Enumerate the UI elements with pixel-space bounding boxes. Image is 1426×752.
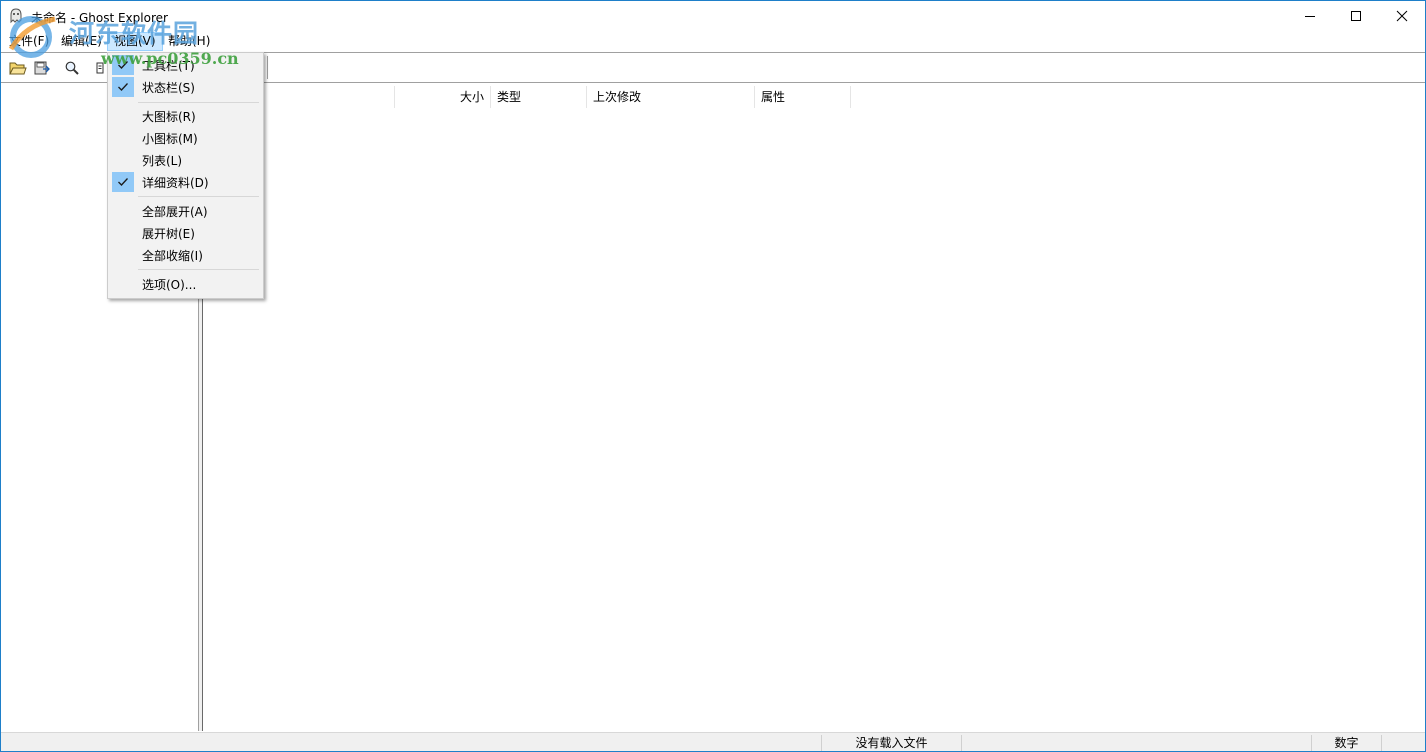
column-header-modified[interactable]: 上次修改 <box>587 86 755 108</box>
status-panel-end <box>1381 735 1425 751</box>
menu-separator <box>138 269 259 270</box>
view-menu-expand-all[interactable]: 全部展开(A) <box>110 200 261 222</box>
menu-edit[interactable]: 编辑(E) <box>55 33 108 50</box>
column-header-type[interactable]: 类型 <box>491 86 587 108</box>
app-window: 未命名 - Ghost Explorer 文件(F) 编辑(E) 视图(V) 帮… <box>0 0 1426 752</box>
maximize-button[interactable] <box>1333 1 1379 31</box>
checkmark-icon <box>112 172 134 192</box>
toolbar-separator <box>267 56 268 79</box>
close-button[interactable] <box>1379 1 1425 31</box>
window-title: 未命名 - Ghost Explorer <box>31 11 168 25</box>
column-header-size[interactable]: 大小 <box>395 86 491 108</box>
checkmark-icon <box>112 55 134 75</box>
view-menu-label: 状态栏(S) <box>142 81 195 95</box>
status-message: 没有载入文件 <box>821 735 961 751</box>
view-menu-label: 工具栏(T) <box>142 59 195 73</box>
view-menu-label: 全部展开(A) <box>142 205 208 219</box>
search-icon <box>65 61 79 75</box>
menu-file[interactable]: 文件(F) <box>3 33 55 50</box>
view-menu-small-icons[interactable]: 小图标(M) <box>110 127 261 149</box>
view-menu-label: 小图标(M) <box>142 132 198 146</box>
menu-separator <box>138 196 259 197</box>
checkmark-icon <box>112 77 134 97</box>
view-menu-label: 展开树(E) <box>142 227 195 241</box>
view-menu-options[interactable]: 选项(O)... <box>110 273 261 295</box>
file-list-pane[interactable]: 大小 类型 上次修改 属性 <box>203 83 1425 731</box>
view-menu-collapse-all[interactable]: 全部收缩(I) <box>110 244 261 266</box>
find-button[interactable] <box>61 58 83 78</box>
view-menu-toolbar[interactable]: 工具栏(T) <box>110 54 261 76</box>
save-button[interactable] <box>31 58 53 78</box>
view-menu-label: 列表(L) <box>142 154 183 168</box>
column-header-attributes[interactable]: 属性 <box>755 86 851 108</box>
view-menu-label: 大图标(R) <box>142 110 196 124</box>
open-folder-icon <box>9 62 27 75</box>
view-menu-label: 选项(O)... <box>142 278 197 292</box>
ghost-app-icon <box>10 8 22 24</box>
status-num-lock: 数字 <box>1311 735 1381 751</box>
view-menu-list[interactable]: 列表(L) <box>110 149 261 171</box>
view-menu-details[interactable]: 详细资料(D) <box>110 171 261 193</box>
view-menu-dropdown: 工具栏(T) 状态栏(S) 大图标(R) 小图标(M) 列表(L) 详细资料(D… <box>107 52 264 299</box>
menu-view[interactable]: 视图(V) <box>107 32 163 51</box>
maximize-icon <box>1351 11 1361 21</box>
close-icon <box>1396 10 1408 22</box>
view-menu-statusbar[interactable]: 状态栏(S) <box>110 76 261 98</box>
status-bar: 没有载入文件 数字 <box>1 732 1425 751</box>
minimize-icon <box>1305 16 1315 17</box>
minimize-button[interactable] <box>1287 1 1333 31</box>
view-menu-expand-tree[interactable]: 展开树(E) <box>110 222 261 244</box>
menu-bar: 文件(F) 编辑(E) 视图(V) 帮助(H) <box>1 31 1425 51</box>
title-bar[interactable]: 未命名 - Ghost Explorer <box>1 1 1425 31</box>
status-panel-main <box>1 735 821 751</box>
status-panel-blank <box>961 735 1311 751</box>
open-button[interactable] <box>7 58 29 78</box>
view-menu-label: 全部收缩(I) <box>142 249 203 263</box>
view-menu-large-icons[interactable]: 大图标(R) <box>110 105 261 127</box>
menu-separator <box>138 102 259 103</box>
save-icon <box>34 61 50 75</box>
menu-help[interactable]: 帮助(H) <box>162 33 216 50</box>
view-menu-label: 详细资料(D) <box>142 176 209 190</box>
